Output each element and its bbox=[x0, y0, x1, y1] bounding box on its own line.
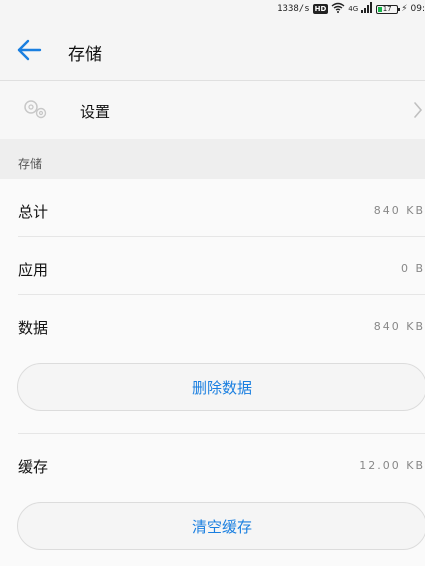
storage-row-label: 应用 bbox=[18, 261, 49, 279]
storage-row-label: 数据 bbox=[18, 319, 49, 337]
storage-section-title: 存储 bbox=[18, 157, 43, 171]
gear-icon bbox=[22, 98, 48, 124]
clear-data-button[interactable]: 删除数据 bbox=[17, 363, 425, 411]
storage-row-value: 840 KB bbox=[373, 204, 425, 217]
settings-label: 设置 bbox=[80, 103, 111, 121]
chevron-right-icon bbox=[413, 101, 423, 123]
wifi-icon bbox=[331, 2, 345, 16]
status-bar-right: 1338/s HD 4G 17 ⚡ 09: bbox=[277, 1, 425, 17]
storage-row-value: 840 KB bbox=[373, 320, 425, 333]
storage-row-value: 0 B bbox=[400, 262, 425, 275]
battery-level: 17 bbox=[382, 4, 392, 13]
charging-icon: ⚡ bbox=[401, 4, 408, 14]
storage-section-header: 存储 bbox=[0, 139, 425, 179]
cache-label: 缓存 bbox=[18, 458, 49, 476]
app-screen: 1338/s HD 4G 17 ⚡ 09: 存储 设置 存储 总计 840 KB… bbox=[0, 0, 425, 566]
battery-icon: 17 bbox=[376, 4, 401, 14]
hd-badge: HD bbox=[312, 4, 329, 14]
storage-card: 总计 840 KB 应用 0 B 数据 840 KB 删除数据 缓存 12.00… bbox=[0, 179, 425, 566]
cache-value: 12.00 KB bbox=[359, 459, 425, 472]
network-type: 4G bbox=[348, 5, 359, 13]
storage-row-apps: 应用 0 B bbox=[18, 237, 425, 295]
cache-row: 缓存 12.00 KB bbox=[18, 434, 425, 492]
clock: 09: bbox=[410, 4, 425, 14]
signal-icon bbox=[361, 2, 373, 16]
storage-row-data: 数据 840 KB bbox=[18, 295, 425, 353]
back-button[interactable] bbox=[12, 36, 46, 64]
app-bar: 存储 bbox=[0, 18, 425, 81]
clear-cache-button[interactable]: 清空缓存 bbox=[17, 502, 425, 550]
page-title: 存储 bbox=[68, 45, 102, 65]
network-speed: 1338/s bbox=[277, 4, 310, 14]
settings-row[interactable]: 设置 bbox=[0, 81, 425, 139]
arrow-left-icon bbox=[17, 39, 42, 61]
status-bar: 1338/s HD 4G 17 ⚡ 09: bbox=[0, 0, 425, 18]
storage-row-total: 总计 840 KB bbox=[18, 179, 425, 237]
storage-row-label: 总计 bbox=[18, 203, 49, 221]
